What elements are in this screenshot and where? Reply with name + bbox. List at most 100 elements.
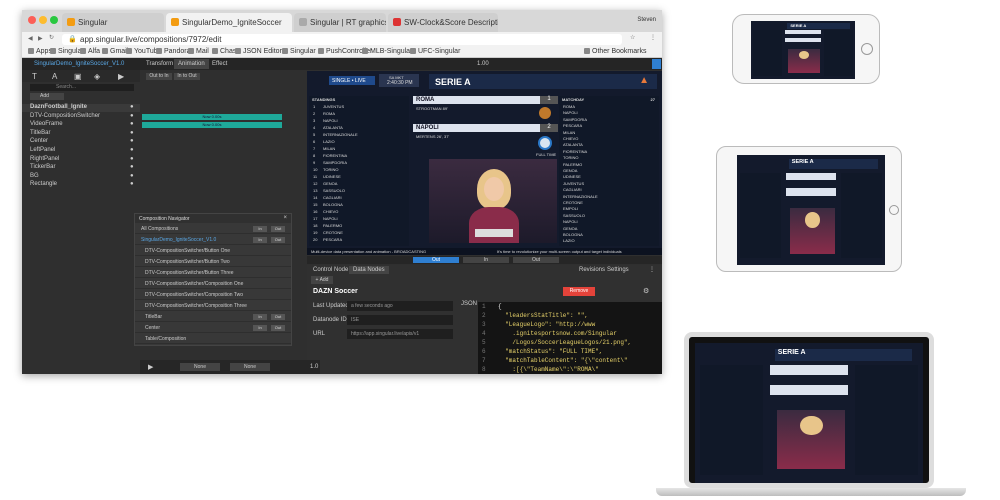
tab-data-nodes[interactable]: Data Nodes (349, 266, 389, 274)
navigator-item[interactable]: DTV-CompositionSwitcher/Button Three (135, 268, 291, 278)
forward-icon[interactable]: ▶ (38, 35, 43, 42)
tab-singular[interactable]: Singular (62, 13, 164, 32)
navigator-in-button[interactable]: In (253, 237, 267, 243)
panel-toggle-icon[interactable] (652, 59, 661, 69)
out-to-in-button[interactable]: Out to In (146, 73, 172, 80)
layer-name: BG (30, 172, 39, 179)
navigator-item[interactable]: SingularDemo_IgniteSoccer_V1.0 In Out (135, 235, 291, 245)
settings-gear-icon[interactable]: ⚙ (643, 287, 649, 295)
visibility-icon[interactable]: ● (130, 113, 134, 119)
tab-sw-clock[interactable]: SW-Clock&Score Descriptio (388, 13, 498, 32)
visibility-icon[interactable]: ● (130, 181, 134, 187)
layer-row[interactable]: TitleBar (22, 130, 140, 138)
text-tool-icon[interactable]: T (32, 72, 37, 81)
visibility-icon[interactable]: ● (130, 164, 134, 170)
bookmark-item[interactable]: JSON Editor (235, 48, 282, 55)
bookmark-item[interactable]: Singular (282, 48, 316, 55)
layer-row[interactable]: RightPanel (22, 156, 140, 164)
layer-tool-icon[interactable]: ◈ (94, 72, 100, 81)
tab-control-node[interactable]: Control Node (313, 267, 348, 273)
visibility-icon[interactable]: ● (130, 130, 134, 136)
navigator-item[interactable]: DTV-CompositionSwitcher/Button One (135, 246, 291, 256)
layer-row[interactable]: DaznFootball_Ignite (22, 104, 140, 112)
field-value[interactable]: a few seconds ago (347, 301, 453, 311)
navigator-in-button[interactable]: In (253, 325, 267, 331)
layer-row[interactable]: Center (22, 138, 140, 146)
visibility-icon[interactable]: ● (130, 121, 134, 127)
zoom-window-icon[interactable] (50, 16, 58, 24)
settings-button[interactable]: Settings (607, 267, 629, 273)
in-to-out-button[interactable]: In to Out (174, 73, 200, 80)
video-tool-icon[interactable]: ▶ (118, 72, 124, 81)
navigator-out-button[interactable]: Out (271, 226, 285, 232)
bookmark-item[interactable]: Apps (28, 48, 52, 55)
more-icon[interactable]: ⋮ (649, 266, 655, 273)
state-out-button[interactable]: Out (413, 257, 459, 263)
layer-row[interactable]: TickerBar (22, 164, 140, 172)
layer-row[interactable]: DTV-CompositionSwitcher (22, 113, 140, 121)
remove-button[interactable]: Remove (563, 287, 595, 296)
navigator-item[interactable]: DTV-CompositionSwitcher/Composition Thre… (135, 301, 291, 311)
navigator-out-button[interactable]: Out (271, 314, 285, 320)
minimize-window-icon[interactable] (39, 16, 47, 24)
composition-title[interactable]: SingularDemo_IgniteSoccer_V1.0 (34, 61, 124, 67)
json-editor[interactable]: 1{2 "leadersStatTitle": "", 3 "LeagueLogo… (478, 302, 662, 374)
layer-row[interactable]: Rectangle (22, 181, 140, 189)
state-in-button[interactable]: In (463, 257, 509, 263)
visibility-icon[interactable]: ● (130, 104, 134, 110)
navigator-out-button[interactable]: Out (271, 237, 285, 243)
tab-animation[interactable]: Animation (174, 59, 209, 69)
visibility-icon[interactable]: ● (130, 156, 134, 162)
navigator-in-button[interactable]: In (253, 314, 267, 320)
navigator-item[interactable]: Table/Composition (135, 334, 291, 344)
layer-row[interactable]: LeftPanel (22, 147, 140, 155)
menu-icon[interactable]: ⋮ (650, 34, 656, 41)
standings-team: NAPOLI (323, 216, 338, 221)
navigator-item[interactable]: Center In Out (135, 323, 291, 333)
tab-effect[interactable]: Effect (212, 61, 227, 67)
tab-singular-rt[interactable]: Singular | RT graphics on eve (294, 13, 386, 32)
bookmark-item[interactable]: MLB-Singular (362, 48, 412, 55)
revisions-button[interactable]: Revisions (579, 267, 605, 273)
visibility-icon[interactable]: ● (130, 173, 134, 179)
bookmark-item[interactable]: Alfa (80, 48, 100, 55)
add-layer-dropdown[interactable]: Add (30, 93, 64, 100)
state-out2-button[interactable]: Out (513, 257, 559, 263)
layer-row[interactable]: BG (22, 173, 140, 181)
navigator-item[interactable]: All Compositions In Out (135, 224, 291, 234)
bookmark-item[interactable]: UFC-Singular (410, 48, 460, 55)
bookmark-item[interactable]: Other Bookmarks (584, 48, 646, 55)
profile-name[interactable]: Steven (637, 17, 656, 23)
visibility-icon[interactable]: ● (130, 147, 134, 153)
navigator-item[interactable]: DTV-CompositionSwitcher/Composition One (135, 279, 291, 289)
navigator-out-button[interactable]: Out (271, 325, 285, 331)
navigator-in-button[interactable]: In (253, 226, 267, 232)
bookmark-item[interactable]: Pandora (156, 48, 190, 55)
bookmark-icon (80, 48, 86, 54)
address-bar[interactable]: 🔒 app.singular.live/compositions/7972/edi… (62, 34, 622, 45)
navigator-item[interactable]: TitleBar In Out (135, 312, 291, 322)
field-value[interactable]: ISE (347, 315, 453, 325)
back-icon[interactable]: ◀ (28, 35, 33, 42)
close-window-icon[interactable] (28, 16, 36, 24)
tab-transform[interactable]: Transform (146, 61, 173, 67)
bookmark-item[interactable]: Mail (188, 48, 209, 55)
navigator-item[interactable]: DTV-CompositionSwitcher/Composition Two (135, 290, 291, 300)
add-node-button[interactable]: + Add (311, 276, 333, 284)
layer-row[interactable]: VideoFrame (22, 121, 140, 129)
visibility-icon[interactable]: ● (130, 138, 134, 144)
play-icon[interactable]: ▶ (148, 363, 153, 371)
tab-singular-demo[interactable]: SingularDemo_IgniteSoccer (166, 13, 292, 32)
shape-tool-icon[interactable]: A (52, 72, 57, 81)
easing-in-dropdown[interactable]: None (180, 363, 220, 371)
easing-out-dropdown[interactable]: None (230, 363, 270, 371)
star-icon[interactable]: ☆ (630, 34, 635, 41)
image-tool-icon[interactable]: ▣ (74, 72, 82, 81)
navigator-item[interactable]: DTV-CompositionSwitcher/Button Two (135, 257, 291, 267)
layer-search-input[interactable]: Search... (30, 84, 134, 91)
close-navigator-icon[interactable]: × (283, 215, 287, 221)
bookmark-item[interactable]: Gmail (102, 48, 128, 55)
field-value[interactable]: https://app.singular.live/apis/v1 (347, 329, 453, 339)
reload-icon[interactable]: ↻ (49, 34, 54, 41)
bookmark-item[interactable]: Singular (50, 48, 84, 55)
